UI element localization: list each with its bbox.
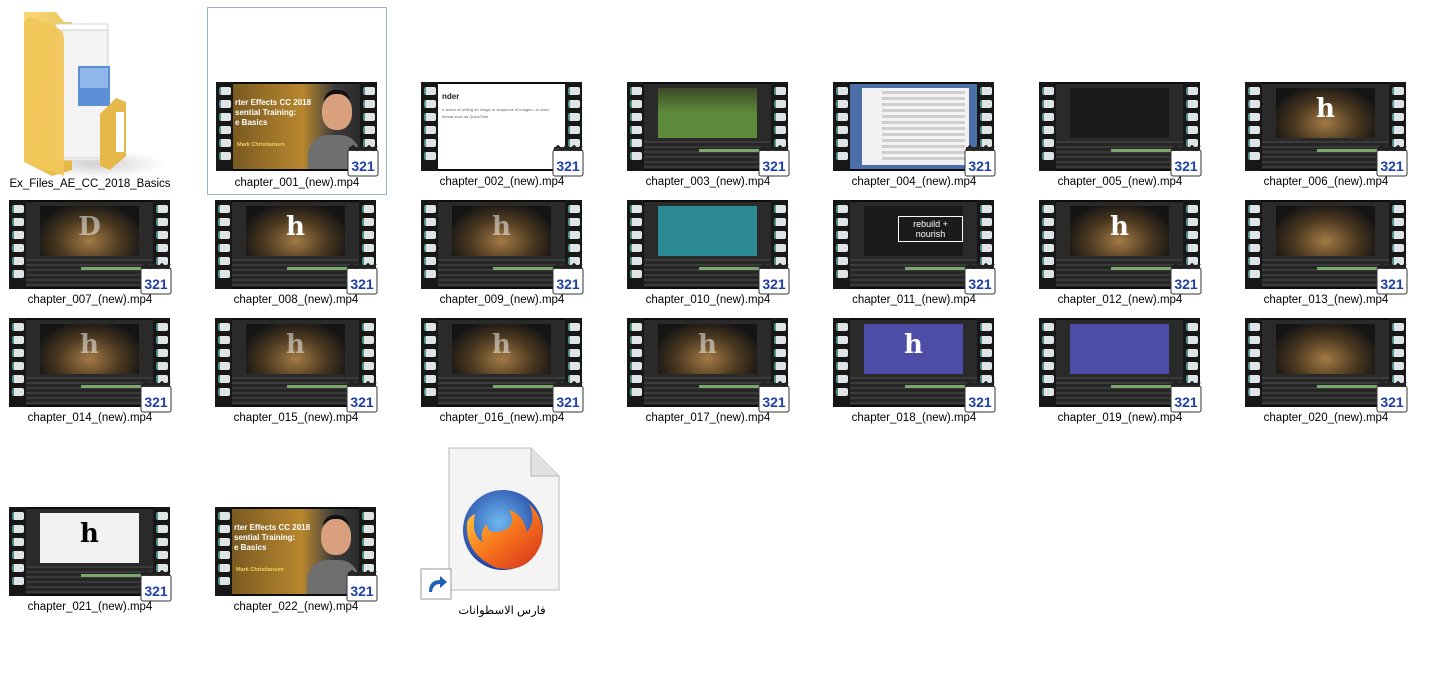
timeline-panel [26,377,153,405]
video-frame: h [26,509,153,594]
video-thumbnail: rter Effects CC 2018 sential Training: e B… [215,507,378,602]
logo-mark: h [492,330,511,360]
video-frame: h [850,320,977,405]
media-player-classic-icon: 321 [1376,381,1408,413]
media-player-classic-icon: 321 [346,570,378,602]
video-frame: h [438,320,565,405]
svg-text:321: 321 [556,394,580,410]
video-file-item[interactable]: h 321 chapter_016_(new).mp4 [412,236,592,426]
thumb-title-line: rter Effects CC 2018 [234,523,311,532]
file-label: chapter_019_(new).mp4 [1057,412,1183,424]
video-frame: h [232,320,359,405]
file-label: chapter_021_(new).mp4 [27,601,153,613]
video-frame [1262,320,1389,405]
file-label: chapter_018_(new).mp4 [851,412,977,424]
file-label: chapter_015_(new).mp4 [233,412,359,424]
timeline-panel [232,377,359,405]
comp-viewer: h [246,324,345,374]
video-thumbnail: h 321 [421,318,584,413]
video-thumbnail: h 321 [627,318,790,413]
video-frame: h [26,320,153,405]
firefox-icon [463,490,543,570]
file-label: chapter_016_(new).mp4 [439,412,565,424]
thumb-title-line: sential Training: [235,108,297,117]
video-thumbnail: h 321 [9,318,172,413]
svg-text:321: 321 [1380,394,1404,410]
media-player-classic-icon: 321 [758,381,790,413]
video-file-item[interactable]: h 321 chapter_018_(new).mp4 [824,236,1004,426]
logo-mark: h [286,330,305,360]
media-player-classic-icon: 321 [346,381,378,413]
svg-text:321: 321 [350,394,374,410]
folder-icon [24,12,166,178]
shortcut-arrow-icon [420,568,452,600]
video-file-item[interactable]: rter Effects CC 2018 sential Training: e B… [206,431,386,621]
timeline-panel [850,377,977,405]
file-label: chapter_020_(new).mp4 [1263,412,1389,424]
thumb-title-line: rter Effects CC 2018 [235,98,312,107]
video-file-item[interactable]: h 321 chapter_014_(new).mp4 [0,236,180,426]
comp-viewer [1070,324,1169,374]
thumb-title-line: e Basics [234,543,267,552]
video-file-item[interactable]: 321 chapter_019_(new).mp4 [1030,236,1210,426]
file-label: chapter_017_(new).mp4 [645,412,771,424]
video-file-item[interactable]: 321 chapter_020_(new).mp4 [1236,236,1416,426]
video-thumbnail: 321 [1039,318,1202,413]
timeline-panel [26,566,153,594]
comp-viewer [1276,324,1375,374]
comp-viewer: h [452,324,551,374]
shortcut-label: فارس الاسطوانات [458,605,546,617]
presenter-face [321,519,351,555]
video-file-item[interactable]: h 321 chapter_015_(new).mp4 [206,236,386,426]
comp-viewer: h [658,324,757,374]
svg-text:321: 321 [144,583,168,599]
video-frame [1056,320,1183,405]
comp-viewer: h [40,513,139,563]
svg-text:321: 321 [1174,394,1198,410]
video-frame: rter Effects CC 2018 sential Training: e B… [232,509,359,594]
svg-text:321: 321 [968,394,992,410]
media-player-classic-icon: 321 [140,381,172,413]
comp-viewer: h [40,324,139,374]
logo-mark: h [904,330,923,360]
timeline-panel [1262,377,1389,405]
timeline-panel [438,377,565,405]
video-file-item[interactable]: h 321 chapter_017_(new).mp4 [618,236,798,426]
logo-mark: h [80,330,99,360]
media-player-classic-icon: 321 [964,381,996,413]
media-player-classic-icon: 321 [1170,381,1202,413]
folder-label: Ex_Files_AE_CC_2018_Basics [9,178,171,190]
shortcut-item[interactable]: فارس الاسطوانات [412,440,592,620]
video-file-item[interactable]: h 321 chapter_021_(new).mp4 [0,431,180,621]
timeline-panel [1056,377,1183,405]
folder-item[interactable]: Ex_Files_AE_CC_2018_Basics [0,0,180,195]
file-label: chapter_014_(new).mp4 [27,412,153,424]
video-thumbnail: h 321 [215,318,378,413]
video-frame: h [644,320,771,405]
logo-mark: h [698,330,717,360]
thumb-doc-heading: nder [442,92,460,101]
svg-text:321: 321 [144,394,168,410]
video-thumbnail: h 321 [9,507,172,602]
file-label: chapter_022_(new).mp4 [233,601,359,613]
video-thumbnail: h 321 [833,318,996,413]
svg-text:321: 321 [350,583,374,599]
comp-viewer: h [864,324,963,374]
media-player-classic-icon: 321 [140,570,172,602]
thumb-title-line: sential Training: [234,533,296,542]
video-thumbnail: 321 [1245,318,1408,413]
media-player-classic-icon: 321 [552,381,584,413]
logo-mark: h [80,519,99,549]
thumb-author: Mark Christiansen [236,567,284,573]
timeline-panel [644,377,771,405]
thumb-title: rter Effects CC 2018 sential Training: e B… [234,523,310,553]
svg-text:321: 321 [762,394,786,410]
